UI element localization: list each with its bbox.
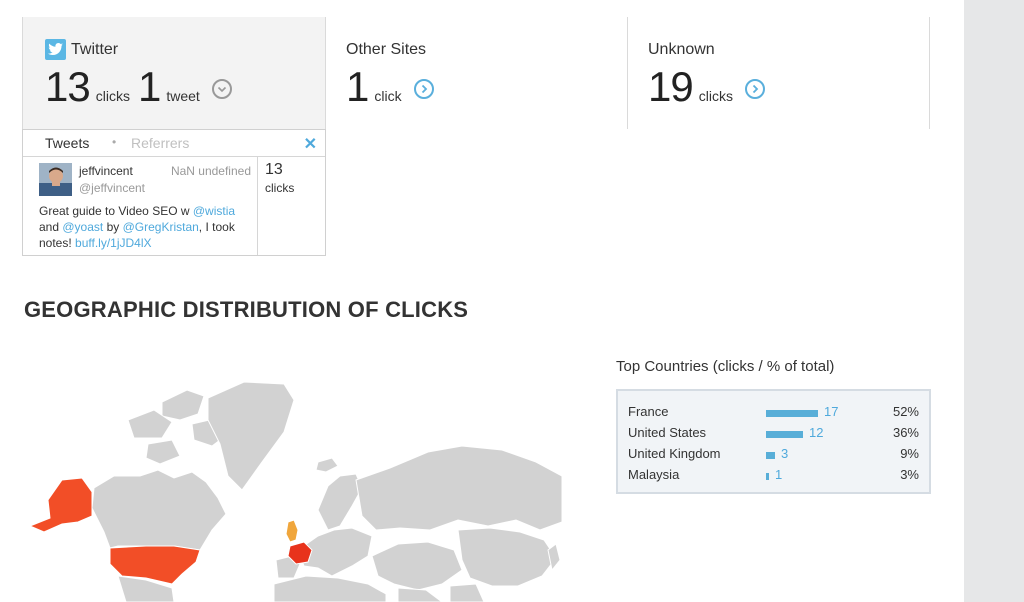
map-region [207, 381, 295, 491]
map-region [371, 541, 463, 591]
country-bar [766, 410, 818, 417]
tweet-text-part: and [39, 220, 63, 234]
map-country-uk [285, 519, 299, 543]
right-rail [964, 0, 1024, 602]
tweet-text: Great guide to Video SEO w @wistia and @… [39, 203, 255, 251]
twitter-tweets-unit: tweet [166, 88, 200, 104]
country-row: United Kingdom 3 9% [618, 444, 929, 465]
country-row: Malaysia 1 3% [618, 465, 929, 486]
country-name: United Kingdom [628, 446, 721, 461]
expand-chevron-down-icon[interactable] [212, 79, 233, 99]
twitter-tweets-count: 1 [137, 63, 161, 110]
country-percent: 9% [900, 446, 919, 461]
top-countries-table: France 17 52% United States 12 36% Unite… [616, 389, 931, 494]
twitter-card[interactable]: Twitter 13 clicks 1 tweet [22, 17, 326, 130]
country-count: 1 [775, 467, 783, 482]
other-sites-card[interactable]: Other Sites 1 click [326, 17, 626, 129]
twitter-clicks-unit: clicks [95, 88, 130, 104]
country-row: United States 12 36% [618, 423, 929, 444]
map-region [457, 527, 557, 587]
tweet-text-part: by [103, 220, 123, 234]
country-count: 17 [824, 404, 839, 419]
country-percent: 36% [892, 425, 919, 440]
country-name: Malaysia [628, 467, 680, 482]
avatar[interactable] [39, 163, 72, 196]
country-bar [766, 431, 803, 438]
unknown-title: Unknown [648, 41, 715, 58]
chevron-right-icon[interactable] [745, 79, 766, 99]
tweet-handle[interactable]: @jeffvincent [79, 181, 145, 195]
mention-link[interactable]: @yoast [62, 220, 103, 234]
tweet-item: jeffvincent @jeffvincent NaN undefined G… [23, 157, 258, 255]
country-name: France [628, 404, 669, 419]
unknown-unit: clicks [698, 88, 733, 104]
tweet-date: NaN undefined [170, 164, 251, 178]
tweet-clicks-count: 13 [265, 161, 283, 178]
country-row: France 17 52% [618, 402, 929, 423]
country-name: United States [628, 425, 707, 440]
unknown-card[interactable]: Unknown 19 clicks [627, 17, 930, 129]
short-url-link[interactable]: buff.ly/1jJD4lX [75, 236, 151, 250]
close-icon[interactable]: ✕ [304, 134, 317, 154]
map-region [317, 473, 363, 531]
tab-tweets[interactable]: Tweets [45, 135, 89, 151]
mention-link[interactable]: @wistia [193, 204, 235, 218]
map-country-alaska [28, 477, 93, 533]
other-sites-count: 1 [346, 63, 369, 110]
other-sites-title: Other Sites [346, 41, 427, 58]
map-region [355, 445, 562, 531]
unknown-count: 19 [648, 63, 694, 110]
chevron-right-icon[interactable] [414, 79, 435, 99]
tweet-clicks-label: clicks [265, 181, 295, 195]
country-bar [766, 473, 769, 480]
tweet-username[interactable]: jeffvincent [79, 164, 133, 178]
country-count: 3 [781, 446, 789, 461]
tweet-clicks: 13 clicks [265, 161, 294, 195]
twitter-bird-icon [45, 39, 66, 60]
country-percent: 52% [892, 404, 919, 419]
top-countries-title: Top Countries (clicks / % of total) [616, 358, 835, 375]
mention-link[interactable]: @GregKristan [123, 220, 199, 234]
world-map[interactable] [22, 380, 562, 602]
tweets-tab-bar: Tweets • Referrers ✕ [23, 130, 325, 157]
map-region [161, 389, 205, 421]
country-percent: 3% [900, 467, 919, 482]
map-region [91, 469, 227, 551]
map-region [315, 457, 339, 473]
twitter-clicks-count: 13 [45, 63, 91, 110]
tab-referrers[interactable]: Referrers [131, 135, 189, 151]
map-region [273, 575, 387, 602]
tab-separator: • [112, 135, 117, 149]
map-region [397, 587, 443, 602]
map-region [449, 583, 485, 602]
tweets-panel: Tweets • Referrers ✕ jeffvincent @jeffvi… [22, 129, 326, 256]
map-region [145, 439, 181, 465]
geo-section-title: GEOGRAPHIC DISTRIBUTION OF CLICKS [24, 297, 469, 322]
tweet-text-part: Great guide to Video SEO w [39, 204, 193, 218]
other-sites-unit: click [374, 88, 402, 104]
country-bar [766, 452, 775, 459]
twitter-card-title: Twitter [71, 41, 119, 58]
country-count: 12 [809, 425, 824, 440]
